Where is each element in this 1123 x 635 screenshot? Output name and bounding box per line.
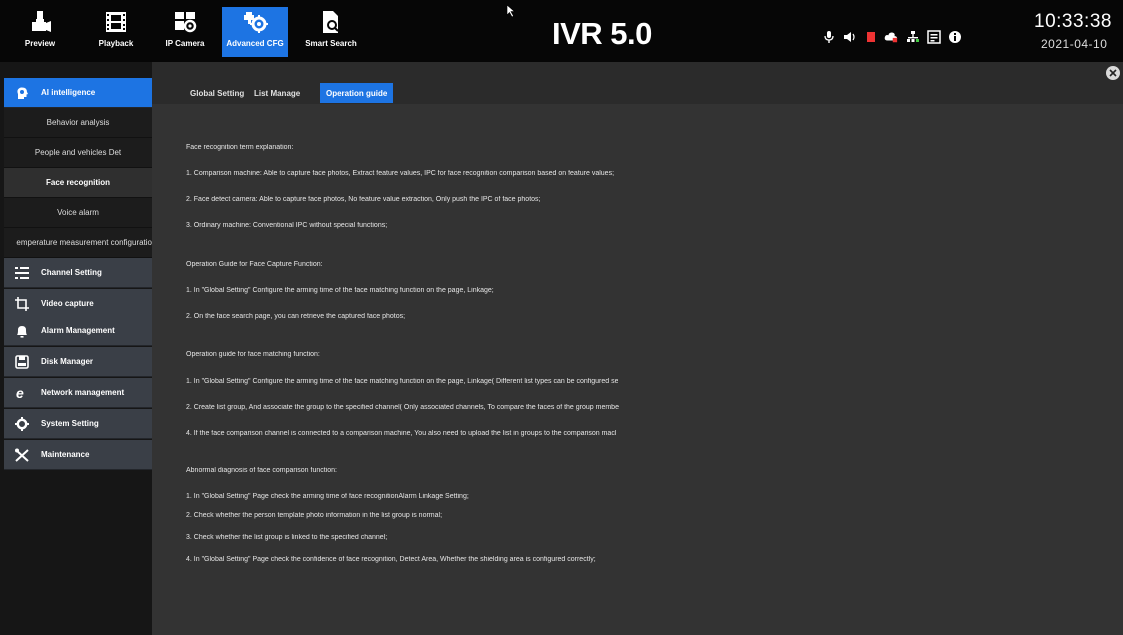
nav-ip-camera-label: IP Camera (165, 39, 205, 48)
guide-line: 2. Create list group, And associate the … (186, 404, 619, 411)
bell-icon (12, 324, 32, 338)
film-icon (105, 7, 127, 37)
guide-heading: Operation guide for face matching functi… (186, 351, 320, 358)
network-e-icon: e (12, 386, 32, 400)
guide-heading: Face recognition term explanation: (186, 144, 294, 151)
sidebar-item-system-setting[interactable]: System Setting (4, 409, 152, 439)
crop-icon (12, 296, 32, 311)
network-icon[interactable] (906, 30, 920, 44)
nav-advanced-cfg-button[interactable]: Advanced CFG (222, 7, 288, 57)
guide-line: 1. Comparison machine: Able to capture f… (186, 170, 615, 177)
sidebar-item-label: Alarm Management (41, 326, 115, 335)
nav-playback-button[interactable]: Playback (88, 7, 144, 57)
nav-smart-search-button[interactable]: Smart Search (296, 7, 366, 57)
advanced-config-icon (242, 7, 268, 37)
guide-line: 2. Face detect camera: Able to capture f… (186, 196, 541, 203)
sidebar-item-label: Channel Setting (41, 268, 102, 277)
sidebar-item-label: Maintenance (41, 450, 90, 459)
guide-line: 4. In "Global Setting" Page check the co… (186, 556, 596, 563)
sidebar-item-disk-manager[interactable]: Disk Manager (4, 347, 152, 377)
guide-line: 4. If the face comparison channel is con… (186, 430, 617, 437)
main-panel: Global Setting List Manage Operation gui… (152, 62, 1123, 635)
cloud-icon[interactable] (884, 30, 898, 44)
submenu-voice-alarm[interactable]: Voice alarm (4, 198, 152, 228)
document-search-icon (319, 7, 343, 37)
sidebar-item-ai-intelligence[interactable]: AI intelligence (4, 78, 152, 108)
clock-time: 10:33:38 (1034, 11, 1112, 32)
speaker-icon[interactable] (843, 30, 857, 44)
info-icon[interactable] (948, 30, 962, 44)
sidebar-item-channel-setting[interactable]: Channel Setting (4, 258, 152, 288)
guide-line: 2. On the face search page, you can retr… (186, 313, 406, 320)
guide-heading: Abnormal diagnosis of face comparison fu… (186, 467, 337, 474)
nav-preview-label: Preview (24, 39, 56, 48)
disk-icon (12, 354, 32, 369)
sidebar: AI intelligence Behavior analysis People… (0, 62, 152, 635)
svg-text:e: e (16, 386, 24, 400)
tab-list-manage[interactable]: List Manage (248, 83, 306, 103)
gear-icon (12, 416, 32, 431)
microphone-icon[interactable] (822, 30, 836, 44)
tools-icon (12, 448, 32, 462)
sidebar-item-label: Video capture (41, 299, 94, 308)
ai-head-icon (12, 86, 32, 100)
guide-line: 1. In "Global Setting" Configure the arm… (186, 378, 619, 385)
guide-line: 3. Check whether the list group is linke… (186, 534, 388, 541)
storage-icon[interactable] (927, 30, 941, 44)
nav-playback-label: Playback (98, 39, 134, 48)
guide-heading: Operation Guide for Face Capture Functio… (186, 261, 323, 268)
sidebar-item-alarm-management[interactable]: Alarm Management (4, 316, 152, 346)
tab-bar: Global Setting List Manage Operation gui… (152, 62, 1123, 104)
sidebar-item-label: AI intelligence (41, 88, 96, 97)
guide-line: 1. In "Global Setting" Configure the arm… (186, 287, 494, 294)
camera-grid-icon (173, 7, 197, 37)
sidebar-item-label: Disk Manager (41, 357, 94, 366)
sidebar-item-label: Network management (41, 388, 125, 397)
guide-line: 2. Check whether the person template pho… (186, 512, 443, 519)
nav-ip-camera-button[interactable]: IP Camera (160, 7, 210, 57)
mouse-cursor-icon (506, 4, 516, 23)
sidebar-item-network-management[interactable]: e Network management (4, 378, 152, 408)
top-bar: Preview Playback IP Camera Advanced CFG … (0, 0, 1123, 62)
close-button[interactable] (1106, 66, 1120, 80)
guide-line: 1. In "Global Setting" Page check the ar… (186, 493, 469, 500)
channel-list-icon (12, 266, 32, 280)
close-icon (1109, 69, 1117, 77)
submenu-people-vehicles-detection[interactable]: People and vehicles Det (4, 138, 152, 168)
submenu-behavior-analysis[interactable]: Behavior analysis (4, 108, 152, 138)
tab-operation-guide[interactable]: Operation guide (320, 83, 394, 103)
guide-line: 3. Ordinary machine: Conventional IPC wi… (186, 222, 388, 229)
sidebar-item-video-capture[interactable]: Video capture (4, 289, 152, 319)
submenu-temperature-measurement[interactable]: emperature measurement configuratio (4, 228, 152, 258)
tab-global-setting[interactable]: Global Setting (184, 83, 250, 103)
submenu-face-recognition[interactable]: Face recognition (4, 168, 152, 198)
clock-date: 2021-04-10 (1041, 37, 1108, 51)
brand-title: IVR 5.0 (552, 16, 652, 51)
nav-smart-search-label: Smart Search (305, 39, 357, 48)
nav-advanced-cfg-label: Advanced CFG (226, 39, 284, 48)
sidebar-item-maintenance[interactable]: Maintenance (4, 440, 152, 470)
sidebar-item-label: System Setting (41, 419, 99, 428)
record-icon[interactable] (864, 30, 878, 44)
nav-preview-button[interactable]: Preview (18, 7, 62, 57)
preview-icon (28, 7, 52, 37)
